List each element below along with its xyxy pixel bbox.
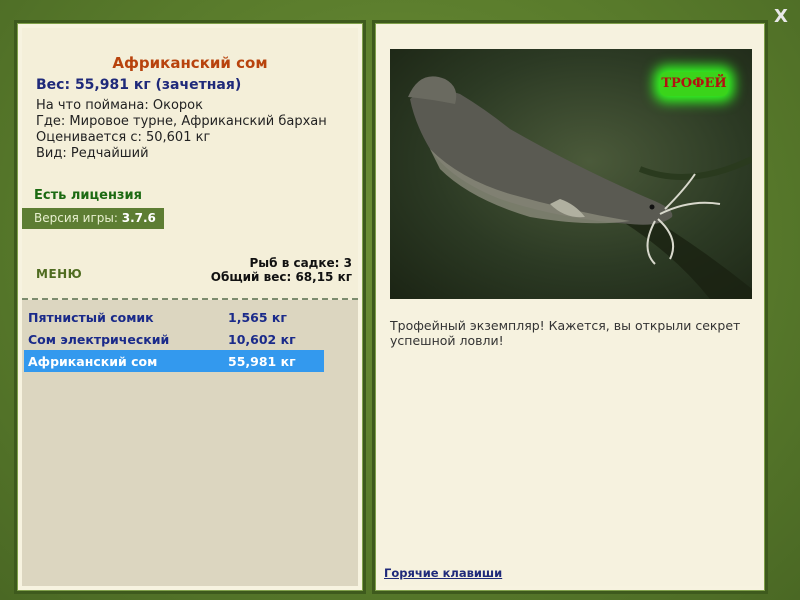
version-number: 3.7.6 [121, 211, 156, 225]
rarity-info: Вид: Редчайший [36, 146, 149, 161]
catch-name: Пятнистый сомик [28, 310, 154, 325]
menu-button[interactable]: МЕНЮ [36, 267, 82, 281]
fish-weight: Вес: 55,981 кг (зачетная) [36, 77, 242, 93]
trophy-badge: ТРОФЕЙ [660, 72, 728, 96]
catch-weight: 10,602 кг [228, 332, 296, 347]
catch-name: Сом электрический [28, 332, 170, 347]
keepnet-summary: Рыб в садке: 3 Общий вес: 68,15 кг [211, 256, 352, 284]
fish-photo-content: ТРОФЕЙ Трофейный экземпляр! Кажется, вы … [380, 28, 760, 586]
catch-row[interactable]: Сом электрический 10,602 кг [24, 328, 324, 350]
catch-row-selected[interactable]: Африканский сом 55,981 кг [24, 350, 324, 372]
fish-info-content: Африканский сом Вес: 55,981 кг (зачетная… [22, 28, 358, 586]
license-status: Есть лицензия [34, 188, 142, 203]
fish-photo-panel: ТРОФЕЙ Трофейный экземпляр! Кажется, вы … [372, 20, 768, 594]
value-info: Оценивается с: 50,601 кг [36, 130, 211, 145]
catch-weight: 1,565 кг [228, 310, 287, 325]
fish-info-panel: Африканский сом Вес: 55,981 кг (зачетная… [14, 20, 366, 594]
keepnet-total-weight: Общий вес: 68,15 кг [210, 270, 352, 284]
hotkeys-link[interactable]: Горячие клавиши [384, 566, 502, 580]
bait-info: На что поймана: Окорок [36, 98, 203, 113]
fish-photo: ТРОФЕЙ [390, 49, 752, 299]
version-label: Версия игры: [34, 211, 118, 225]
game-version-bar: Версия игры: 3.7.6 [22, 208, 164, 229]
fish-title: Африканский сом [112, 54, 268, 72]
catch-list: Пятнистый сомик 1,565 кг Сом электрическ… [24, 306, 324, 372]
catch-row[interactable]: Пятнистый сомик 1,565 кг [24, 306, 324, 328]
close-icon[interactable]: X [772, 8, 790, 26]
location-info: Где: Мировое турне, Африканский бархан [36, 114, 327, 129]
keepnet-count: Рыб в садке: 3 [249, 256, 353, 270]
game-window: X Африканский сом Вес: 55,981 кг (зачетн… [0, 0, 800, 600]
dashed-divider [22, 298, 358, 300]
fish-description: Трофейный экземпляр! Кажется, вы открыли… [390, 318, 741, 348]
catch-name: Африканский сом [28, 354, 158, 369]
catch-weight: 55,981 кг [228, 354, 296, 369]
